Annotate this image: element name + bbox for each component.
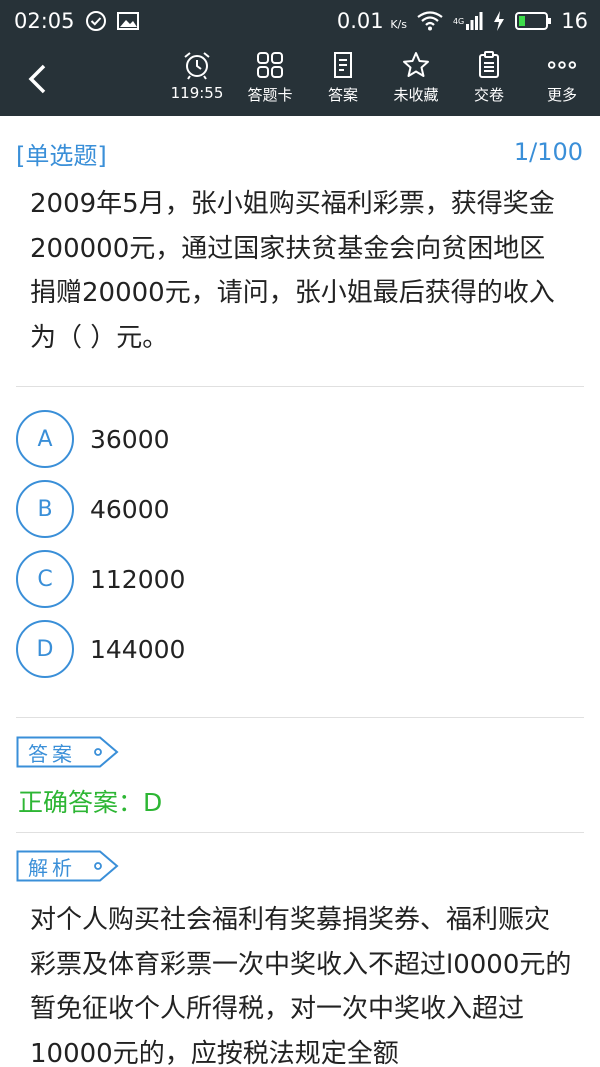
show-answer-button[interactable]: 答案: [308, 50, 378, 110]
question-counter: 1/100: [513, 138, 583, 166]
grid-icon: [255, 50, 285, 80]
answer-label: 答案: [327, 86, 358, 104]
status-bar: 02:05 0.01 K/s 4G 16: [0, 0, 600, 42]
document-icon: [328, 50, 358, 80]
timer-button[interactable]: 119:55: [162, 50, 232, 110]
check-circle-icon: [85, 10, 107, 32]
status-time: 02:05: [14, 9, 75, 33]
answer-card-button[interactable]: 答题卡: [235, 50, 305, 110]
back-arrow-icon: [28, 64, 46, 94]
charging-icon: [493, 11, 505, 31]
option-b[interactable]: B 46000: [16, 479, 576, 539]
divider: [16, 386, 584, 387]
more-dots-icon: [547, 50, 577, 80]
more-button[interactable]: 更多: [527, 50, 597, 110]
explanation-tag-label: 解析: [28, 856, 76, 880]
option-text: 36000: [90, 424, 170, 454]
answer-card-label: 答题卡: [247, 86, 293, 104]
alarm-clock-icon: [182, 50, 212, 80]
more-label: 更多: [546, 86, 577, 104]
network-type: 4G: [452, 16, 465, 26]
explanation-text: 对个人购买社会福利有奖募捐奖券、福利赈灾彩票及体育彩票一次中奖收入不超过l000…: [30, 905, 572, 1067]
option-letter: B: [16, 480, 74, 538]
image-icon: [116, 11, 139, 31]
option-letter: D: [16, 620, 74, 678]
battery-icon: [515, 12, 552, 30]
explanation-tag: 解析: [16, 850, 120, 882]
timer-label: 119:55: [170, 84, 224, 102]
option-text: 112000: [90, 564, 186, 594]
correct-answer: 正确答案：D: [18, 788, 163, 817]
option-text: 46000: [90, 494, 170, 524]
option-letter: C: [16, 550, 74, 608]
option-text: 144000: [90, 634, 186, 664]
question-text: 2009年5月，张小姐购买福利彩票，获得奖金200000元，通过国家扶贫基金会向…: [30, 189, 555, 353]
submit-button[interactable]: 交卷: [454, 50, 524, 110]
wifi-icon: [417, 11, 443, 31]
question-type: [单选题]: [16, 142, 107, 170]
option-letter: A: [16, 410, 74, 468]
answer-tag-label: 答案: [28, 742, 76, 766]
option-d[interactable]: D 144000: [16, 619, 576, 679]
back-button[interactable]: [14, 56, 60, 102]
cellular-signal-icon: 4G: [453, 12, 483, 30]
favorite-label: 未收藏: [393, 86, 439, 104]
favorite-button[interactable]: 未收藏: [381, 50, 451, 110]
exam-toolbar: 119:55 答题卡 答案 未收藏 交卷 更多: [0, 42, 600, 116]
submit-label: 交卷: [473, 86, 504, 104]
clipboard-icon: [474, 50, 504, 80]
star-icon: [401, 50, 431, 80]
battery-percent: 16: [561, 9, 588, 33]
option-a[interactable]: A 36000: [16, 409, 576, 469]
option-c[interactable]: C 112000: [16, 549, 576, 609]
speed-unit: K/s: [390, 18, 407, 31]
divider: [16, 717, 584, 718]
network-speed: 0.01 K/s: [336, 9, 407, 33]
answer-tag: 答案: [16, 736, 120, 768]
divider: [16, 832, 584, 833]
